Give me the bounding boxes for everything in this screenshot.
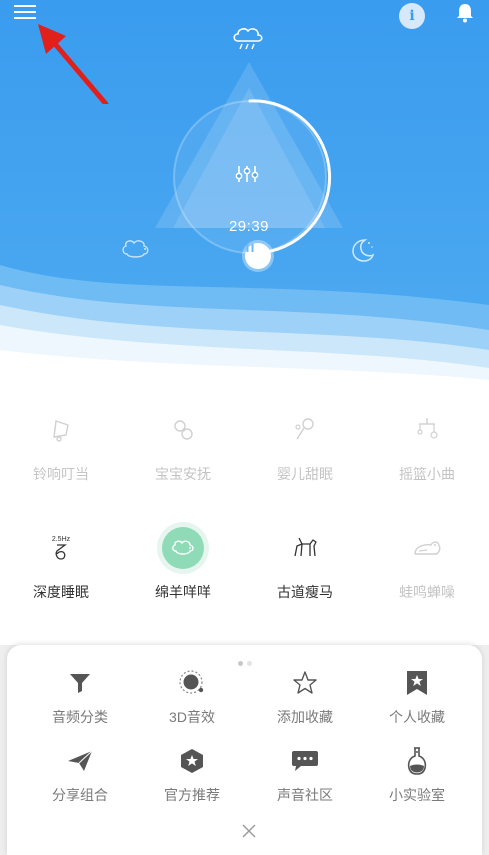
sound-item-baby-soothe[interactable]: 宝宝安抚 bbox=[122, 404, 244, 484]
notification-button[interactable] bbox=[456, 3, 482, 29]
bell-ring-icon bbox=[53, 420, 69, 442]
page-dot-active bbox=[237, 661, 243, 666]
sound-label: 宝宝安抚 bbox=[155, 466, 211, 482]
sound-label: 铃响叮当 bbox=[33, 466, 89, 482]
sound-grid: 铃响叮当 宝宝安抚 婴儿甜眠 摇篮小曲 2.5Hz 深度睡眠 绵羊咩咩 古道瘦马… bbox=[0, 390, 489, 645]
sound-item-infant-sleep[interactable]: 婴儿甜眠 bbox=[244, 404, 366, 484]
sound-label: 蛙鸣蝉噪 bbox=[399, 584, 455, 600]
rain-cloud-icon bbox=[233, 28, 263, 50]
equalizer-button[interactable] bbox=[234, 164, 266, 190]
bell-icon bbox=[457, 4, 473, 23]
sound-item-horse[interactable]: 古道瘦马 bbox=[244, 522, 366, 602]
menu-share-combo[interactable]: 分享组合 bbox=[20, 745, 140, 805]
weather-button[interactable] bbox=[230, 25, 270, 53]
star-outline-icon bbox=[293, 671, 317, 694]
menu-official-picks[interactable]: 官方推荐 bbox=[132, 745, 252, 805]
menu-audio-category[interactable]: 音频分类 bbox=[20, 667, 140, 727]
sheep-outline-icon bbox=[122, 240, 149, 258]
close-icon bbox=[242, 824, 256, 838]
info-icon: i bbox=[409, 8, 415, 24]
menu-label: 小实验室 bbox=[389, 787, 445, 803]
annotation-arrow bbox=[38, 24, 109, 104]
paper-plane-icon bbox=[68, 750, 93, 771]
frequency-badge: 2.5Hz bbox=[51, 535, 71, 543]
menu-label: 添加收藏 bbox=[277, 709, 333, 725]
3d-sound-icon bbox=[179, 670, 204, 694]
frog-icon bbox=[414, 541, 441, 555]
hamburger-menu-icon bbox=[14, 5, 36, 19]
pause-button[interactable] bbox=[245, 243, 271, 269]
sheep-selected-ring bbox=[162, 527, 204, 569]
pause-icon bbox=[246, 244, 254, 252]
sound-item-frog[interactable]: 蛙鸣蝉噪 bbox=[366, 522, 488, 602]
moon-icon bbox=[352, 239, 375, 262]
menu-label: 音频分类 bbox=[52, 709, 108, 725]
crib-mobile-icon bbox=[417, 418, 438, 439]
night-scene-button[interactable] bbox=[348, 236, 380, 266]
sound-item-deep-sleep[interactable]: 2.5Hz 深度睡眠 bbox=[0, 522, 122, 602]
pacifier-icon bbox=[174, 420, 193, 440]
menu-lab[interactable]: 小实验室 bbox=[357, 745, 477, 805]
menu-label: 个人收藏 bbox=[389, 709, 445, 725]
page-indicator bbox=[7, 661, 482, 666]
info-button[interactable]: i bbox=[399, 3, 425, 29]
sound-label: 深度睡眠 bbox=[33, 584, 89, 600]
sound-item-cradle-song[interactable]: 摇篮小曲 bbox=[366, 404, 488, 484]
sound-label: 古道瘦马 bbox=[277, 584, 333, 600]
menu-label: 3D音效 bbox=[169, 709, 215, 725]
sound-item-sheep[interactable]: 绵羊咩咩 bbox=[122, 522, 244, 602]
menu-label: 官方推荐 bbox=[164, 787, 220, 803]
horse-icon bbox=[294, 537, 317, 557]
menu-label: 声音社区 bbox=[277, 787, 333, 803]
close-menu-button[interactable] bbox=[235, 817, 263, 845]
rattle-icon bbox=[295, 418, 314, 440]
menu-3d-sound[interactable]: 3D音效 bbox=[132, 667, 252, 727]
menu-add-favorite[interactable]: 添加收藏 bbox=[245, 667, 365, 727]
page-dot bbox=[246, 661, 252, 666]
deep-sleep-icon bbox=[55, 543, 67, 560]
menu-sound-community[interactable]: 声音社区 bbox=[245, 745, 365, 805]
menu-my-favorites[interactable]: 个人收藏 bbox=[357, 667, 477, 727]
sound-label: 绵羊咩咩 bbox=[155, 584, 211, 600]
equalizer-icon bbox=[235, 166, 259, 182]
sound-label: 婴儿甜眠 bbox=[277, 466, 333, 482]
chat-bubble-icon bbox=[292, 751, 318, 771]
menu-label: 分享组合 bbox=[52, 787, 108, 803]
bottom-sheet-menu: 音频分类 3D音效 添加收藏 个人收藏 分享组合 官方推荐 声音社区 小实验室 bbox=[7, 645, 482, 855]
hexagon-star-icon bbox=[181, 749, 203, 773]
sound-item-bell[interactable]: 铃响叮当 bbox=[0, 404, 122, 484]
player-hero: i 29:39 bbox=[0, 0, 489, 390]
filter-icon bbox=[70, 674, 90, 693]
flask-icon bbox=[407, 747, 427, 775]
sheep-scene-button[interactable] bbox=[118, 238, 154, 264]
bookmark-star-icon bbox=[407, 671, 427, 695]
sleep-timer[interactable]: 29:39 bbox=[219, 218, 279, 235]
sheep-icon bbox=[172, 540, 194, 555]
sound-label: 摇篮小曲 bbox=[399, 466, 455, 482]
